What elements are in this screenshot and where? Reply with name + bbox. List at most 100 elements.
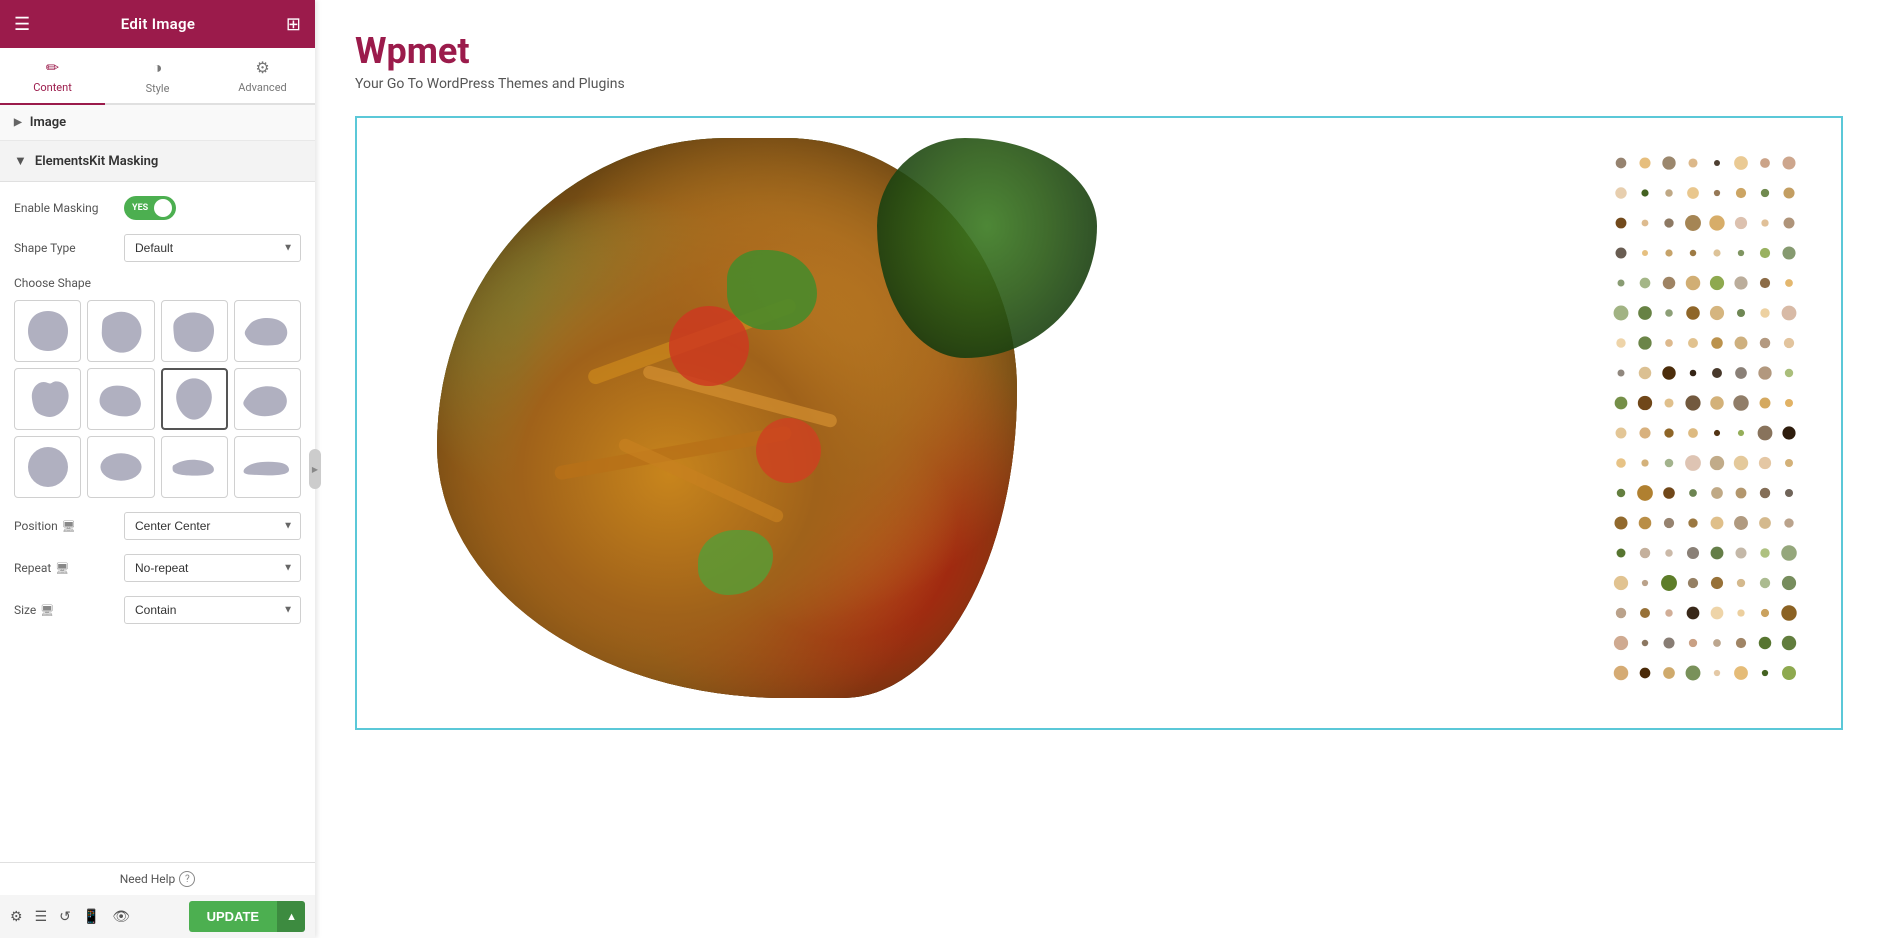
hamburger-icon[interactable]: ☰ [14, 14, 30, 35]
style-tab-label: Style [146, 82, 170, 95]
shape-item-8[interactable] [234, 368, 301, 430]
shape-4-svg [243, 307, 291, 355]
main-content: Wpmet Your Go To WordPress Themes and Pl… [315, 0, 1883, 938]
shape-item-7[interactable] [161, 368, 228, 430]
update-btn-wrapper: UPDATE ▲ [189, 901, 305, 932]
dots-svg [1611, 148, 1811, 708]
shape-item-1[interactable] [14, 300, 81, 362]
size-monitor-icon: 🖥 [40, 604, 54, 617]
site-title: Wpmet [355, 30, 1843, 72]
sidebar-tabs: ✏ Content ◑ Style ⚙ Advanced [0, 48, 315, 105]
shape-item-5[interactable] [14, 368, 81, 430]
herb-2 [698, 530, 773, 595]
image-section-header[interactable]: ▶ Image [0, 105, 315, 141]
toggle-knob [154, 199, 172, 217]
choose-shape-label: Choose Shape [14, 276, 301, 290]
sidebar: ☰ Edit Image ⊞ ✏ Content ◑ Style ⚙ Advan… [0, 0, 315, 938]
grid-icon[interactable]: ⊞ [286, 14, 301, 35]
enable-masking-toggle[interactable]: YES [124, 196, 176, 220]
shape-type-select-wrapper: Default Custom ▼ [124, 234, 301, 262]
masking-content: Enable Masking YES Shape Type [0, 182, 315, 652]
sidebar-title: Edit Image [121, 15, 195, 33]
help-icon[interactable]: ? [179, 871, 195, 887]
shape-11-svg [170, 443, 218, 491]
tomato-2 [756, 418, 821, 483]
sidebar-resize-handle[interactable] [309, 449, 321, 489]
pasta-2 [642, 364, 839, 428]
shape-item-3[interactable] [161, 300, 228, 362]
shape-type-label: Shape Type [14, 241, 114, 255]
position-label: Position 🖥 [14, 519, 114, 533]
shape-item-2[interactable] [87, 300, 154, 362]
size-label: Size 🖥 [14, 603, 114, 617]
shape-item-4[interactable] [234, 300, 301, 362]
need-help-row: Need Help ? [0, 863, 315, 895]
choose-shape-section: Choose Shape [14, 276, 301, 498]
sidebar-header: ☰ Edit Image ⊞ [0, 0, 315, 48]
site-subtitle: Your Go To WordPress Themes and Plugins [355, 76, 1843, 92]
shape-6-svg [97, 375, 145, 423]
size-select[interactable]: Contain Cover Auto [124, 596, 301, 624]
green-background-blob [877, 138, 1097, 358]
advanced-tab-icon: ⚙ [255, 58, 269, 77]
shape-type-row: Shape Type Default Custom ▼ [14, 234, 301, 262]
settings-footer-icon[interactable]: ⚙ [10, 909, 23, 925]
advanced-tab-label: Advanced [238, 81, 286, 94]
shape-1-svg [24, 307, 72, 355]
shape-8-svg [243, 375, 291, 423]
tab-content[interactable]: ✏ Content [0, 48, 105, 105]
shape-3-svg [170, 307, 218, 355]
shape-7-svg [170, 375, 218, 423]
tab-style[interactable]: ◑ Style [105, 48, 210, 105]
sidebar-footer: Need Help ? ⚙ ☰ ↺ 📱 👁 UPDATE ▲ [0, 862, 315, 938]
position-select[interactable]: Center Center Top Left Top Right Bottom … [124, 512, 301, 540]
size-row: Size 🖥 Contain Cover Auto ▼ [14, 596, 301, 624]
enable-masking-toggle-wrapper: YES [124, 196, 176, 220]
need-help-text: Need Help [120, 872, 176, 886]
shape-12-svg [243, 443, 291, 491]
image-section-arrow: ▶ [14, 117, 22, 128]
shape-10-svg [97, 443, 145, 491]
shape-item-10[interactable] [87, 436, 154, 498]
repeat-select[interactable]: No-repeat Repeat Repeat-x Repeat-y [124, 554, 301, 582]
history-footer-icon[interactable]: ↺ [59, 909, 71, 925]
shape-item-6[interactable] [87, 368, 154, 430]
mobile-footer-icon[interactable]: 📱 [83, 909, 100, 925]
masking-section-header[interactable]: ▼ ElementsKit Masking [0, 141, 315, 182]
update-dropdown-button[interactable]: ▲ [277, 901, 305, 932]
sidebar-content: ▶ Image ▼ ElementsKit Masking Enable Mas… [0, 105, 315, 938]
size-select-wrapper: Contain Cover Auto ▼ [124, 596, 301, 624]
repeat-select-wrapper: No-repeat Repeat Repeat-x Repeat-y ▼ [124, 554, 301, 582]
masking-section: ▼ ElementsKit Masking Enable Masking YES [0, 141, 315, 652]
update-button[interactable]: UPDATE [189, 901, 277, 932]
shape-item-12[interactable] [234, 436, 301, 498]
blob-image-area [437, 138, 1117, 708]
shape-grid [14, 300, 301, 498]
repeat-row: Repeat 🖥 No-repeat Repeat Repeat-x Repea… [14, 554, 301, 582]
layers-footer-icon[interactable]: ☰ [35, 909, 48, 925]
masking-section-label: ElementsKit Masking [35, 154, 158, 169]
position-row: Position 🖥 Center Center Top Left Top Ri… [14, 512, 301, 540]
shape-2-svg [97, 307, 145, 355]
shape-item-9[interactable] [14, 436, 81, 498]
shape-item-11[interactable] [161, 436, 228, 498]
footer-toolbar: ⚙ ☰ ↺ 📱 👁 UPDATE ▲ [0, 895, 315, 938]
position-select-wrapper: Center Center Top Left Top Right Bottom … [124, 512, 301, 540]
herb-1 [727, 250, 817, 330]
tab-advanced[interactable]: ⚙ Advanced [210, 48, 315, 105]
repeat-label: Repeat 🖥 [14, 561, 114, 575]
repeat-monitor-icon: 🖥 [55, 562, 69, 575]
enable-masking-label: Enable Masking [14, 201, 114, 215]
content-tab-label: Content [33, 81, 72, 94]
eye-footer-icon[interactable]: 👁 [112, 909, 130, 925]
image-container[interactable] [355, 116, 1843, 730]
position-monitor-icon: 🖥 [62, 520, 76, 533]
enable-masking-row: Enable Masking YES [14, 196, 301, 220]
dots-decoration [1611, 148, 1811, 708]
style-tab-icon: ◑ [153, 58, 163, 78]
shape-5-svg [24, 375, 72, 423]
toggle-text: YES [132, 203, 148, 213]
masking-arrow: ▼ [14, 153, 27, 169]
content-tab-icon: ✏ [46, 58, 59, 77]
shape-type-select[interactable]: Default Custom [124, 234, 301, 262]
